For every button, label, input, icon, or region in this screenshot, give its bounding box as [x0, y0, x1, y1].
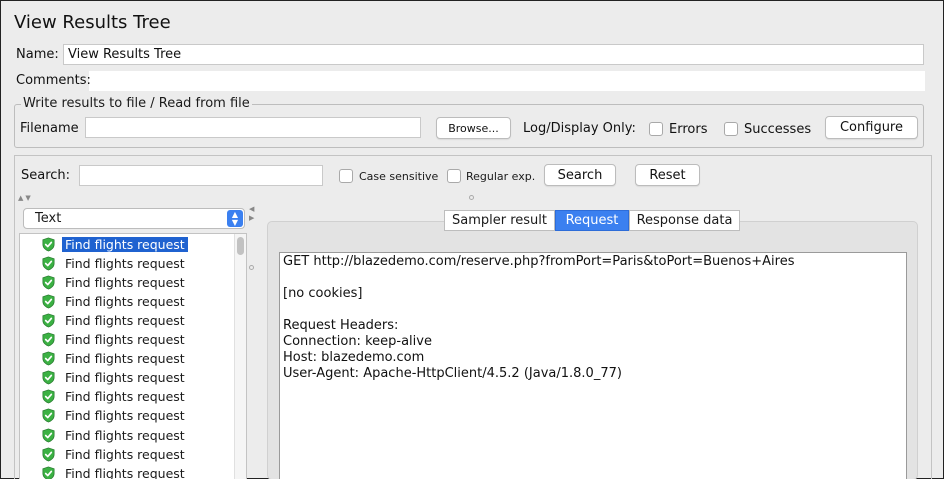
tree-item[interactable]: Find flights request: [41, 464, 188, 479]
tree-scrollbar[interactable]: [234, 234, 246, 479]
tree-item[interactable]: Find flights request: [41, 426, 188, 444]
renderer-select[interactable]: Text ▲ ▼: [23, 208, 245, 229]
request-line: GET http://blazedemo.com/reserve.php?fro…: [283, 254, 795, 269]
request-line: Host: blazedemo.com: [283, 350, 425, 365]
tree-item[interactable]: Find flights request: [41, 331, 188, 349]
chevron-updown-icon: ▲ ▼: [227, 210, 243, 227]
success-shield-icon: [42, 370, 55, 385]
tree-item[interactable]: Find flights request: [41, 273, 188, 291]
tree-item-label: Find flights request: [65, 312, 185, 328]
successes-checkbox[interactable]: [724, 122, 738, 136]
search-button[interactable]: Search: [544, 164, 616, 186]
tree-item-label: Find flights request: [65, 465, 185, 479]
success-shield-icon: [42, 313, 55, 328]
tree-item[interactable]: Find flights request: [41, 311, 188, 329]
request-line: Request Headers:: [283, 318, 399, 333]
configure-button[interactable]: Configure: [825, 116, 918, 139]
tree-item-label: Find flights request: [65, 389, 185, 405]
success-shield-icon: [42, 447, 55, 462]
file-group-title: Write results to file / Read from file: [21, 96, 252, 111]
success-shield-icon: [42, 389, 55, 404]
tab-request[interactable]: Request: [555, 210, 629, 231]
renderer-select-value: Text: [35, 211, 62, 226]
tree-item[interactable]: Find flights request: [41, 254, 188, 272]
success-shield-icon: [42, 332, 55, 347]
filename-label: Filename: [20, 121, 79, 136]
tree-item-label: Find flights request: [65, 293, 185, 309]
success-shield-icon: [42, 428, 55, 442]
tree-item[interactable]: Find flights request: [41, 235, 188, 253]
success-shield-icon: [42, 408, 55, 423]
log-display-label: Log/Display Only:: [523, 121, 636, 136]
tree-item[interactable]: Find flights request: [41, 292, 188, 310]
tree-item-label: Find flights request: [65, 427, 185, 443]
reset-button[interactable]: Reset: [635, 164, 700, 186]
tree-item-label: Find flights request: [65, 274, 185, 290]
tree-item[interactable]: Find flights request: [41, 350, 188, 368]
regular-exp-label: Regular exp.: [466, 170, 536, 183]
vertical-split-icon[interactable]: ◀ ▶: [249, 205, 254, 223]
case-sensitive-label: Case sensitive: [359, 170, 439, 183]
success-shield-icon: [42, 351, 55, 366]
name-label: Name:: [16, 47, 59, 62]
tree-item-label: Find flights request: [65, 255, 185, 271]
split-collapse-icon[interactable]: ▲▼: [18, 194, 33, 202]
errors-label: Errors: [669, 122, 708, 137]
tree-item-label: Find flights request: [62, 236, 188, 252]
success-shield-icon: [42, 275, 55, 290]
success-shield-icon: [42, 294, 55, 309]
success-shield-icon: [42, 256, 55, 271]
tree-item-label: Find flights request: [65, 332, 185, 347]
search-label: Search:: [21, 168, 71, 183]
case-sensitive-checkbox[interactable]: [339, 169, 353, 183]
browse-button[interactable]: Browse...: [436, 117, 511, 139]
request-line: Connection: keep-alive: [283, 334, 432, 349]
tree-item-label: Find flights request: [65, 446, 185, 462]
tab-sampler-result[interactable]: Sampler result: [444, 210, 555, 231]
page-title: View Results Tree: [14, 12, 171, 33]
filename-input[interactable]: [85, 117, 421, 138]
tree-item-label: Find flights request: [65, 370, 185, 386]
errors-checkbox[interactable]: [649, 122, 663, 136]
tree-item[interactable]: Find flights request: [41, 369, 188, 387]
request-line: User-Agent: Apache-HttpClient/4.5.2 (Jav…: [283, 366, 622, 381]
tree-item[interactable]: Find flights request: [41, 445, 188, 463]
successes-label: Successes: [744, 122, 812, 137]
vertical-split-handle-icon[interactable]: [249, 265, 254, 270]
name-input[interactable]: [63, 44, 924, 65]
search-input[interactable]: [79, 165, 323, 186]
success-shield-icon: [42, 466, 55, 479]
regular-exp-checkbox[interactable]: [447, 169, 461, 183]
comments-input[interactable]: [89, 71, 925, 91]
split-handle-icon[interactable]: [469, 195, 474, 200]
tree-scrollbar-thumb[interactable]: [237, 237, 244, 255]
success-shield-icon: [42, 237, 55, 251]
request-line: [no cookies]: [283, 286, 363, 301]
comments-label: Comments:: [16, 73, 91, 88]
tab-response-data[interactable]: Response data: [629, 210, 740, 231]
tree-item-label: Find flights request: [65, 408, 185, 424]
tree-item-label: Find flights request: [65, 351, 185, 367]
tree-item[interactable]: Find flights request: [41, 407, 188, 425]
tree-item[interactable]: Find flights request: [41, 388, 188, 406]
